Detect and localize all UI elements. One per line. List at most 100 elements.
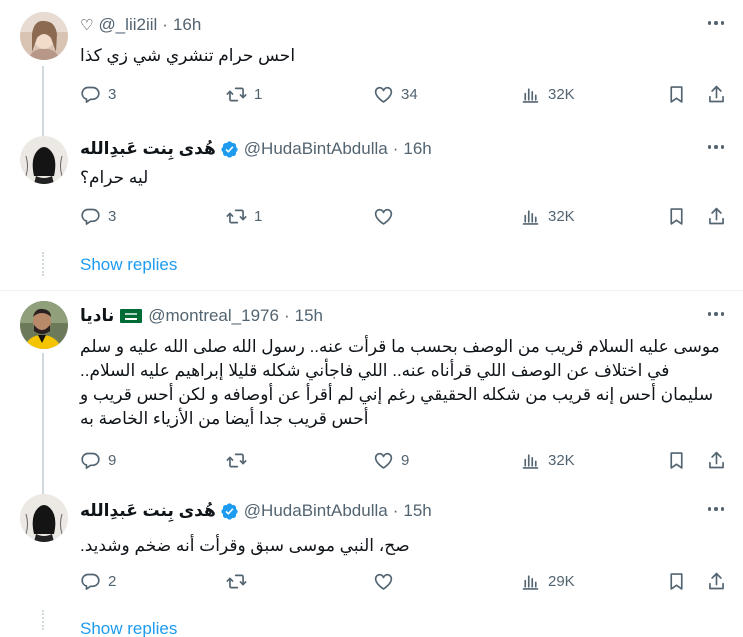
tweet-display-name[interactable]: ناديا — [80, 306, 114, 326]
tweet-handle[interactable]: @_lii2iil — [98, 15, 157, 35]
separator-dot: · — [392, 139, 399, 158]
tweet-timestamp[interactable]: 15h — [403, 501, 431, 521]
share-button[interactable] — [706, 204, 727, 228]
like-button[interactable] — [373, 569, 401, 593]
more-options-button[interactable] — [703, 303, 729, 325]
reply-count: 3 — [108, 85, 117, 103]
tweet-header: ناديا @montreal_1976 · 15h — [80, 305, 323, 327]
repost-icon — [226, 453, 247, 467]
bookmark-button[interactable] — [666, 569, 687, 593]
heart-icon — [374, 452, 393, 469]
tweet-text: ليه حرام؟ — [80, 168, 149, 187]
avatar[interactable] — [20, 301, 68, 349]
analytics-icon — [522, 209, 539, 225]
tweet-header: هُدى بِنت عَبدِالله @HudaBintAbdulla · 1… — [80, 500, 432, 522]
views-button[interactable]: 32K — [520, 448, 575, 472]
view-count: 32K — [548, 85, 575, 103]
repost-button[interactable]: 1 — [226, 82, 262, 106]
show-replies-link[interactable]: Show replies — [80, 619, 177, 637]
share-icon — [709, 85, 724, 102]
bookmark-button[interactable] — [666, 204, 687, 228]
avatar[interactable] — [20, 136, 68, 184]
tweet-actions: 3 1 34 32K — [80, 82, 728, 106]
like-button[interactable]: 9 — [373, 448, 409, 472]
reply-button[interactable]: 3 — [80, 82, 116, 106]
tweet-actions: 9 9 32K — [80, 448, 728, 472]
more-options-button[interactable] — [703, 136, 729, 158]
separator-dot: · — [392, 501, 399, 520]
reply-count: 9 — [108, 451, 117, 469]
bookmark-icon — [670, 451, 683, 469]
more-options-button[interactable] — [703, 498, 729, 520]
share-button[interactable] — [706, 448, 727, 472]
reply-count: 2 — [108, 572, 117, 590]
separator-dot: · — [162, 15, 168, 34]
separator-dot: · — [283, 306, 290, 325]
thread-dotted-line — [42, 610, 44, 630]
bookmark-button[interactable] — [666, 448, 687, 472]
tweet-handle[interactable]: @HudaBintAbdulla — [244, 501, 388, 521]
repost-button[interactable]: 1 — [226, 204, 262, 228]
share-button[interactable] — [706, 569, 727, 593]
reply-count: 3 — [108, 207, 117, 225]
repost-button[interactable] — [226, 448, 254, 472]
views-button[interactable]: 32K — [520, 82, 575, 106]
tweet-timestamp[interactable]: 16h — [173, 15, 201, 35]
reply-button[interactable]: 3 — [80, 204, 116, 228]
tweet-timestamp[interactable]: 16h — [403, 139, 431, 159]
heart-outline-icon: ♡ — [80, 17, 94, 34]
bookmark-button[interactable] — [666, 82, 687, 106]
like-button[interactable]: 34 — [373, 82, 418, 106]
tweet-header: هُدى بِنت عَبدِالله @HudaBintAbdulla · 1… — [80, 138, 432, 160]
share-icon — [709, 572, 724, 589]
repost-icon — [226, 87, 247, 101]
repost-button[interactable] — [226, 569, 254, 593]
views-button[interactable]: 29K — [520, 569, 575, 593]
tweet-handle[interactable]: @HudaBintAbdulla — [244, 139, 388, 159]
tweet-text: احس حرام تنشري شي زي كذا — [80, 46, 296, 65]
heart-icon — [374, 86, 393, 103]
tweet-card[interactable]: ناديا @montreal_1976 · 15h موسى عليه الس… — [0, 291, 743, 486]
avatar[interactable] — [20, 12, 68, 60]
thread-dotted-line — [42, 252, 44, 276]
thread-line — [42, 66, 44, 130]
show-replies-link[interactable]: Show replies — [80, 255, 177, 275]
reply-button[interactable]: 9 — [80, 448, 116, 472]
analytics-icon — [522, 87, 539, 103]
heart-icon — [374, 573, 393, 590]
tweet-card[interactable]: هُدى بِنت عَبدِالله @HudaBintAbdulla · 1… — [0, 130, 743, 276]
repost-icon — [226, 209, 247, 223]
share-icon — [709, 451, 724, 468]
reply-button[interactable]: 2 — [80, 569, 116, 593]
tweet-display-name[interactable]: هُدى بِنت عَبدِالله — [80, 501, 216, 521]
verified-badge-icon — [221, 502, 238, 520]
analytics-icon — [522, 574, 539, 590]
views-button[interactable]: 32K — [520, 204, 575, 228]
repost-icon — [226, 574, 247, 588]
thread-line — [42, 130, 44, 136]
bookmark-icon — [670, 85, 683, 103]
tweet-timestamp[interactable]: 15h — [295, 306, 323, 326]
share-button[interactable] — [706, 82, 727, 106]
avatar[interactable] — [20, 494, 68, 542]
reply-icon — [81, 208, 100, 225]
tweet-actions: 3 1 32K — [80, 204, 728, 228]
tweet-display-name[interactable]: هُدى بِنت عَبدِالله — [80, 139, 216, 159]
view-count: 32K — [548, 451, 575, 469]
reply-icon — [81, 573, 100, 590]
tweet-handle[interactable]: @montreal_1976 — [148, 306, 279, 326]
thread-line — [42, 486, 44, 494]
tweet-header: ♡ @_lii2iil · 16h — [80, 14, 201, 36]
tweet-text: صح، النبي موسى سبق وقرأت أنه ضخم وشديد. — [80, 536, 410, 555]
reply-icon — [81, 452, 100, 469]
more-options-button[interactable] — [703, 12, 729, 34]
tweet-card[interactable]: ♡ @_lii2iil · 16h احس حرام تنشري شي زي ك… — [0, 0, 743, 130]
heart-icon — [374, 208, 393, 225]
thread-line — [42, 353, 44, 486]
view-count: 32K — [548, 207, 575, 225]
like-count: 34 — [401, 85, 418, 103]
analytics-icon — [522, 453, 539, 469]
like-button[interactable] — [373, 204, 401, 228]
like-count: 9 — [401, 451, 410, 469]
tweet-card[interactable]: هُدى بِنت عَبدِالله @HudaBintAbdulla · 1… — [0, 486, 743, 630]
